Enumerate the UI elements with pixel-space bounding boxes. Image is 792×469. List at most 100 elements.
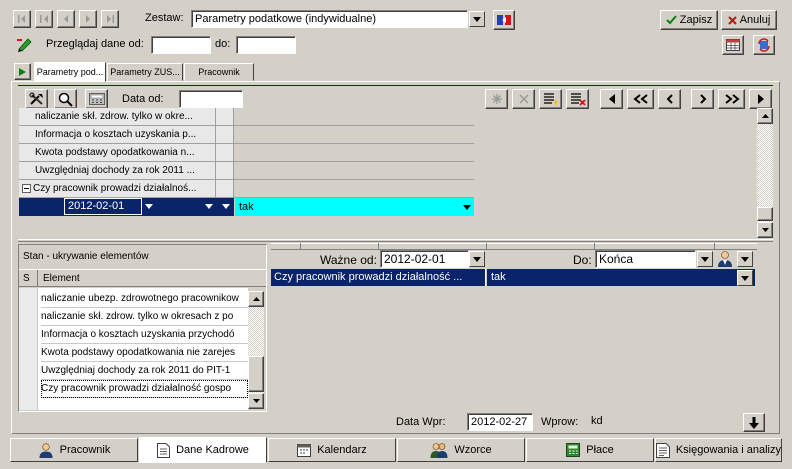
bottom-tab-dane-kadrowe[interactable]: Dane Kadrowe <box>139 437 267 463</box>
list-item[interactable]: Informacja o kosztach uzyskania przychod… <box>41 326 248 344</box>
wprow-value: kd <box>591 415 603 427</box>
column-divider <box>37 270 38 287</box>
tab-parametry-zus[interactable]: Parametry ZUS... <box>107 63 183 81</box>
save-button[interactable]: Zapisz <box>660 10 718 30</box>
data-wpr-label: Data Wpr: <box>396 416 446 428</box>
zestaw-select[interactable]: Parametry podatkowe (indywidualne) <box>191 10 468 28</box>
grid-row[interactable]: Kwota podstawy opodatkowania n... <box>19 144 474 162</box>
scroll-thumb[interactable] <box>757 207 773 221</box>
table-view-button[interactable] <box>722 35 744 55</box>
play-icon <box>19 67 26 76</box>
grid-row[interactable]: Czy pracownik prowadzi działalnoś... <box>19 180 474 198</box>
nav-prev-button[interactable] <box>658 89 681 109</box>
chevron-down-icon <box>473 256 481 262</box>
bottom-tab-label: Księgowania i analizy <box>675 444 781 456</box>
calculator-button[interactable] <box>85 89 108 109</box>
chevron-down-icon[interactable] <box>145 204 153 209</box>
selected-row[interactable]: 2012-02-01 <box>19 198 234 216</box>
wazne-od-dropdown-button[interactable] <box>469 251 485 267</box>
move-down-button[interactable] <box>743 413 765 432</box>
insert-row-button[interactable] <box>485 89 508 109</box>
triangle-left-icon <box>608 94 615 104</box>
tab-pracownik[interactable]: Pracownik <box>184 63 254 81</box>
right-row-value[interactable]: tak <box>487 269 755 286</box>
nav-prev-page-button[interactable] <box>627 89 654 109</box>
col-s-header[interactable]: S <box>23 273 30 284</box>
arrow-down-icon <box>749 416 759 429</box>
list-item[interactable]: naliczanie skł. zdrow. tylko w okresach … <box>41 308 248 326</box>
stan-scroll-thumb[interactable] <box>248 356 264 392</box>
wazne-od-input[interactable]: 2012-02-01 <box>380 250 469 268</box>
checkmark-icon <box>666 15 677 25</box>
list-item[interactable]: naliczanie ubezp. zdrowotnego pracowniko… <box>41 290 248 308</box>
person-dropdown-button[interactable] <box>737 251 753 267</box>
nav-first-button[interactable] <box>600 89 623 109</box>
bottom-tab-kalendarz[interactable]: Kalendarz <box>268 438 396 462</box>
bottom-tab-label: Wzorce <box>454 444 492 456</box>
do-select[interactable]: Końca <box>595 250 696 268</box>
prev-page-button[interactable] <box>35 10 53 28</box>
grid-row[interactable]: Uwzględniaj dochody za rok 2011 ... <box>19 162 474 180</box>
selected-date-field[interactable]: 2012-02-01 <box>64 198 142 215</box>
browse-from-input[interactable] <box>151 36 211 54</box>
cancel-button[interactable]: Anuluj <box>721 10 777 30</box>
last-record-button[interactable] <box>101 10 119 28</box>
calculator-icon <box>566 443 581 457</box>
table-icon <box>726 39 740 51</box>
zestaw-manage-button[interactable] <box>493 10 515 30</box>
stan-scroll-down-button[interactable] <box>248 393 264 409</box>
bottom-tab-pracownik[interactable]: Pracownik <box>10 438 138 462</box>
grid-row[interactable]: Informacja o kosztach uzyskania p... <box>19 126 474 144</box>
next-record-button[interactable] <box>79 10 97 28</box>
remove-list-button[interactable] <box>566 89 589 109</box>
scroll-down-button[interactable] <box>757 222 773 238</box>
nav-next-page-button[interactable] <box>718 89 745 109</box>
nav-next-button[interactable] <box>691 89 714 109</box>
selected-value-select[interactable]: tak <box>235 198 474 216</box>
grid-row-label: Czy pracownik prowadzi działalnoś... <box>33 183 197 194</box>
first-record-button[interactable] <box>13 10 31 28</box>
data-od-input[interactable] <box>179 90 243 108</box>
tab-parametry-podatkowe[interactable]: Parametry pod... <box>34 62 106 82</box>
play-button[interactable] <box>14 63 31 80</box>
list-add-icon <box>543 93 559 106</box>
list-item[interactable]: Kwota podstawy opodatkowania nie zarejes <box>41 344 248 362</box>
delete-row-button[interactable] <box>512 89 535 109</box>
grid-row[interactable]: naliczanie skł. zdrow. tylko w okre... <box>19 108 474 126</box>
bottom-tab-wzorce[interactable]: Wzorce <box>397 438 525 462</box>
chevron-down-icon[interactable] <box>205 204 213 209</box>
stan-scroll-up-button[interactable] <box>248 291 264 307</box>
list-item[interactable]: Uwzględniaj dochody za rok 2011 do PIT-1 <box>41 362 248 380</box>
bottom-tab-ksiegowania[interactable]: Księgowania i analizy <box>655 438 782 462</box>
last-record-icon <box>107 15 114 23</box>
new-list-button[interactable] <box>539 89 562 109</box>
right-row-dropdown-button[interactable] <box>737 270 753 286</box>
bottom-tab-label: Pracownik <box>59 444 111 456</box>
scroll-up-button[interactable] <box>757 108 773 124</box>
col-element-header[interactable]: Element <box>43 273 80 284</box>
zestaw-dropdown-button[interactable] <box>469 11 485 27</box>
calendar-icon <box>297 444 312 457</box>
people-icon <box>430 443 448 458</box>
right-row-label[interactable]: Czy pracownik prowadzi działalność ... <box>271 269 486 286</box>
person-icon <box>39 443 53 458</box>
search-button[interactable] <box>54 89 77 109</box>
transfer-icon <box>497 15 511 25</box>
bottom-tab-place[interactable]: Płace <box>526 438 654 462</box>
list-item-focused[interactable]: Czy pracownik prowadzi działalność gospo <box>41 380 248 398</box>
nav-last-button[interactable] <box>749 89 772 109</box>
chevron-down-icon[interactable] <box>222 204 230 209</box>
tools-button[interactable] <box>25 89 48 109</box>
right-row-value-text: tak <box>491 271 506 283</box>
chevron-up-icon <box>252 297 260 301</box>
splitter[interactable] <box>18 239 773 242</box>
browse-to-input[interactable] <box>236 36 296 54</box>
edit-pencil-icon[interactable] <box>16 35 34 53</box>
refresh-button[interactable] <box>753 35 775 55</box>
column-divider <box>486 243 487 250</box>
chevron-down-icon <box>473 16 481 22</box>
do-dropdown-button[interactable] <box>697 251 713 267</box>
prev-record-button[interactable] <box>57 10 75 28</box>
person-icon[interactable] <box>716 250 734 268</box>
grid-row-label: Uwzględniaj dochody za rok 2011 ... <box>19 162 215 179</box>
